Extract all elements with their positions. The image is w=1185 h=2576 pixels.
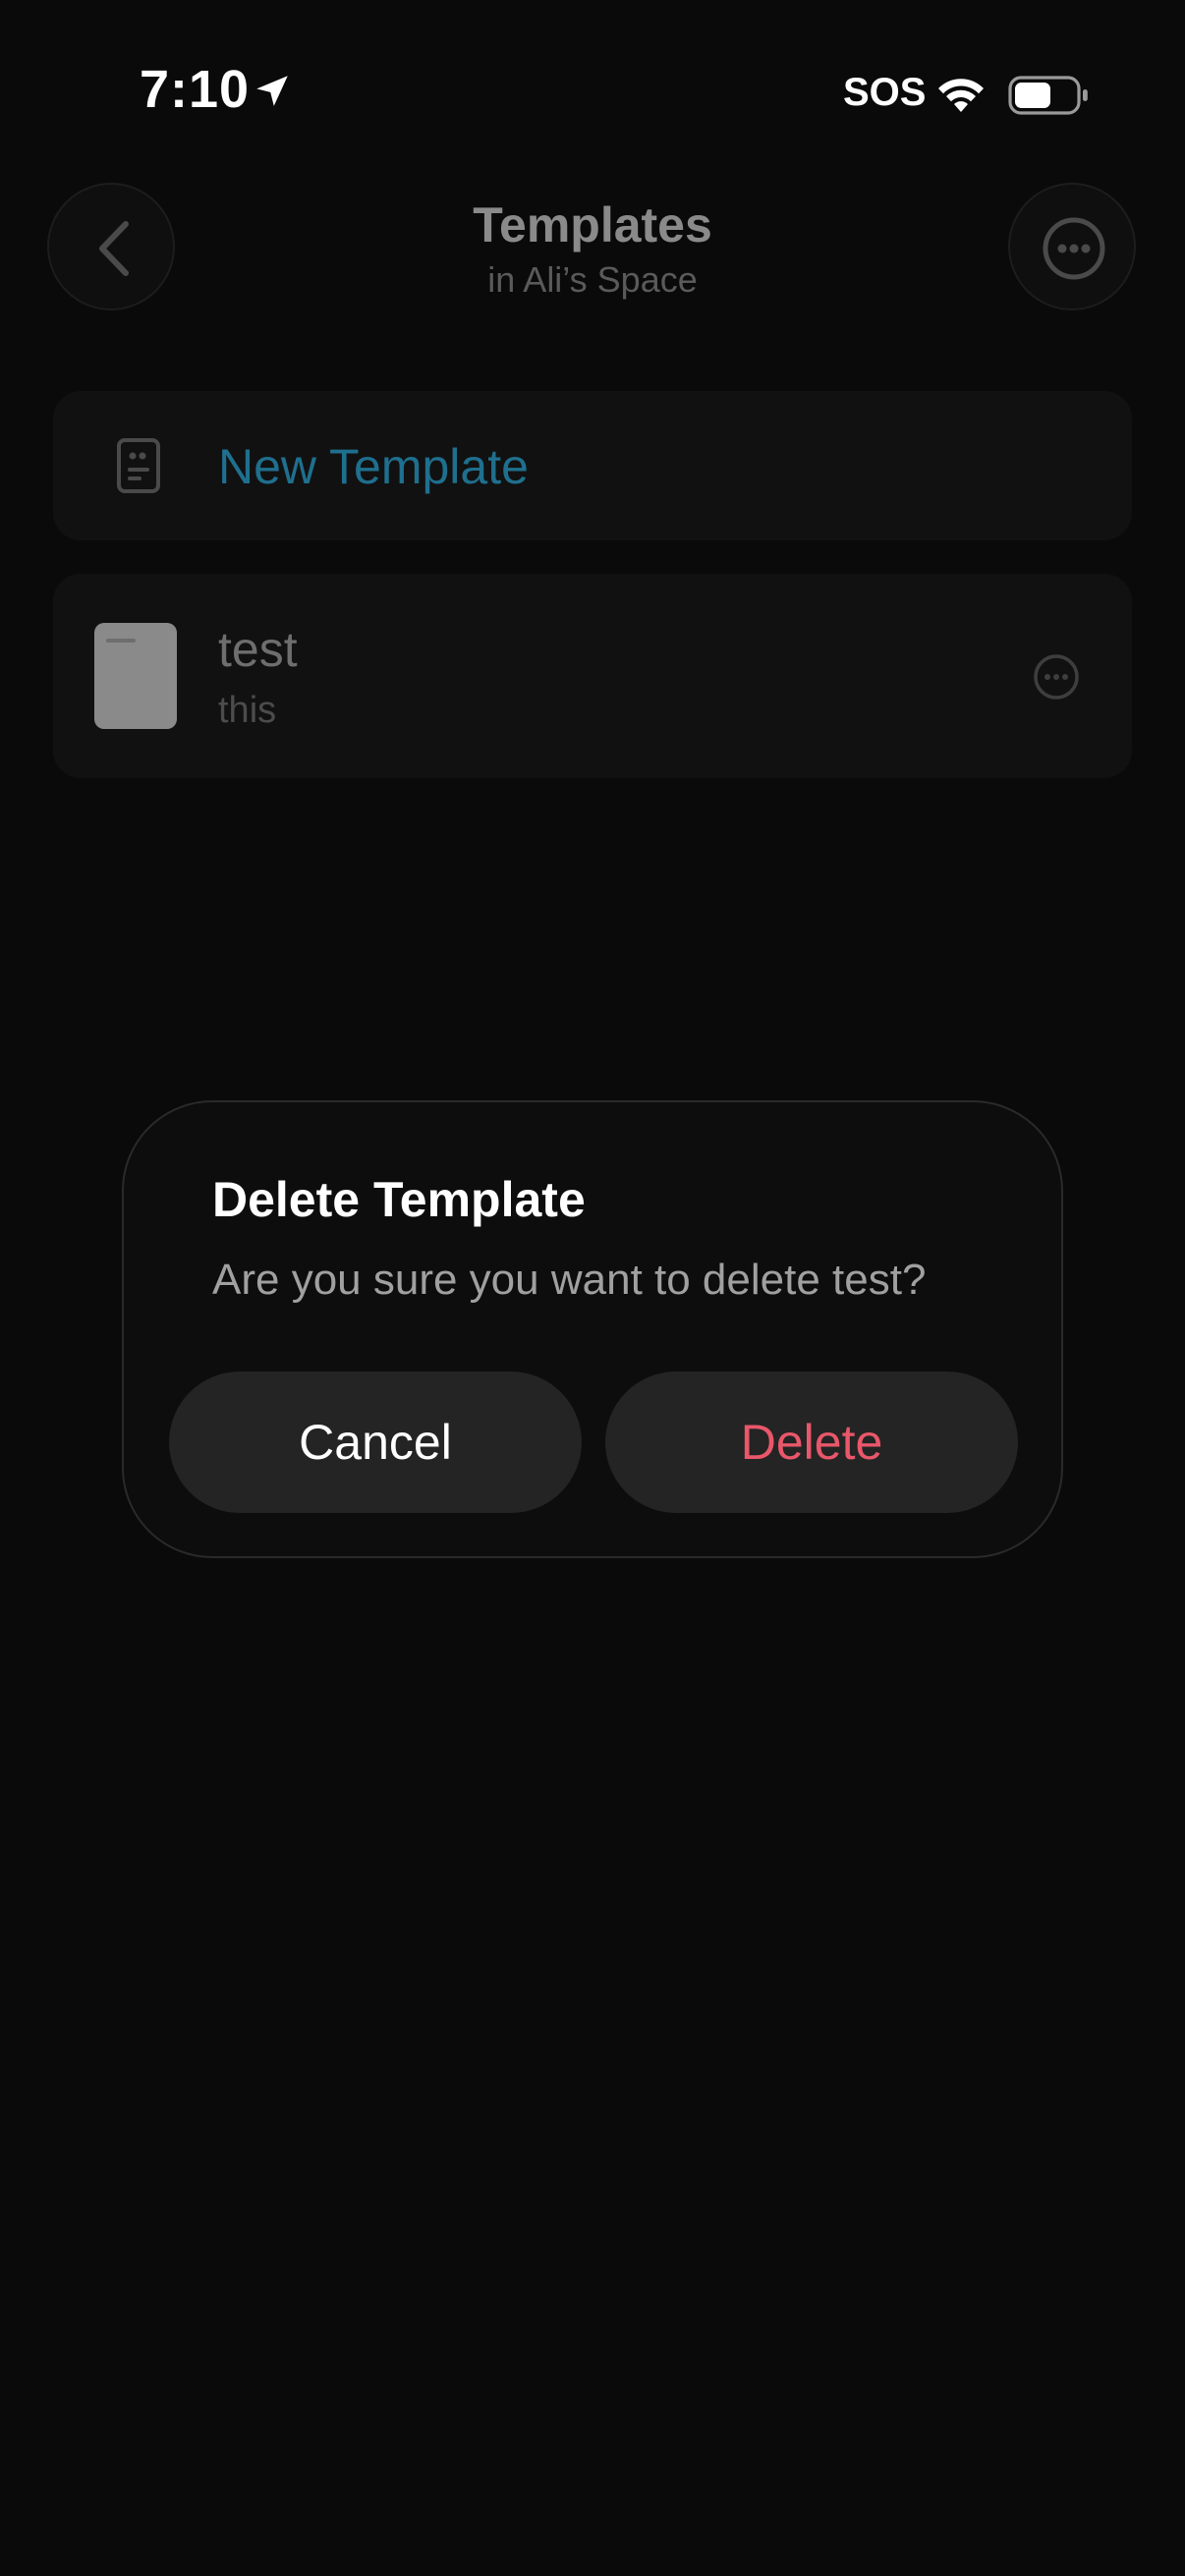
new-template-button[interactable]: New Template	[53, 391, 1132, 540]
template-title: test	[218, 622, 298, 677]
page-subtitle: in Ali’s Space	[487, 259, 698, 300]
more-options-button[interactable]	[1008, 183, 1136, 310]
dialog-title: Delete Template	[212, 1172, 586, 1227]
template-document-icon	[117, 438, 160, 493]
template-thumbnail	[94, 623, 177, 729]
new-template-label: New Template	[218, 439, 529, 494]
cancel-button[interactable]: Cancel	[169, 1372, 582, 1513]
template-list-item[interactable]: test this	[53, 574, 1132, 778]
dialog-message: Are you sure you want to delete test?	[212, 1256, 927, 1304]
delete-button[interactable]: Delete	[605, 1372, 1018, 1513]
template-more-icon[interactable]	[1032, 652, 1081, 701]
delete-confirmation-dialog: Delete Template Are you sure you want to…	[122, 1100, 1063, 1558]
template-description: this	[218, 690, 277, 731]
ellipsis-circle-icon	[1043, 217, 1105, 280]
